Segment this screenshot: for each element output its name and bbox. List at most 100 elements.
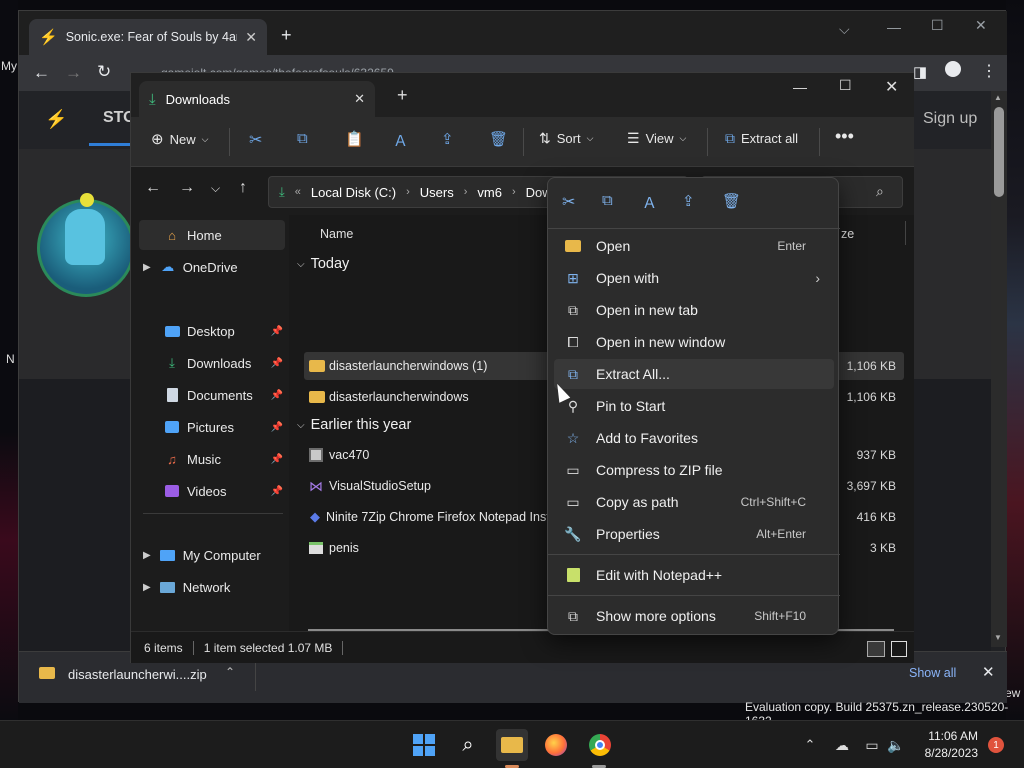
view-button[interactable]: ☰ View ⌵ [627,130,686,147]
menu-item-label: Properties [596,526,660,542]
minimize-button[interactable]: — [887,19,901,35]
group-header-label: Today [310,256,350,272]
forward-icon[interactable]: → [65,63,82,83]
breadcrumb-item[interactable]: Local Disk (C:) [311,185,396,200]
chrome-icon[interactable] [584,729,616,761]
menu-item-open-with[interactable]: ⊞ Open with › [554,263,834,293]
show-all-downloads-link[interactable]: Show all [909,666,956,680]
new-tab-button[interactable]: + [281,25,292,46]
scroll-down-icon[interactable]: ▼ [994,633,1002,642]
copy-icon[interactable]: ⧉ [297,130,308,147]
download-item-name[interactable]: disasterlauncherwi....zip [68,667,207,682]
nav-item-documents[interactable]: Documents 📌 [131,380,289,410]
show-hidden-icons-chevron-icon[interactable]: ⌃ [794,729,826,761]
menu-item-extract-all[interactable]: ⧉ Extract All... [554,359,834,389]
extract-all-button[interactable]: ⧉ Extract all [725,130,798,147]
cut-icon[interactable]: ✂ [249,130,262,150]
nav-item-home[interactable]: ⌂ Home [139,220,285,250]
recent-locations-icon[interactable]: ⌵ [211,181,220,196]
group-header-earlier[interactable]: ⌵ Earlier this year [297,417,411,433]
start-windows-icon[interactable] [408,729,440,761]
column-header-name[interactable]: Name [320,227,353,241]
menu-item-open-new-tab[interactable]: ⧉ Open in new tab [554,295,834,325]
more-options-icon[interactable]: ••• [835,126,854,147]
page-scrollbar-thumb[interactable] [994,107,1004,197]
maximize-button[interactable]: ☐ [839,77,852,94]
back-icon[interactable]: ← [145,179,161,197]
breadcrumb-item[interactable]: Users [420,185,454,200]
sort-button[interactable]: ⇅ Sort ⌵ [539,130,593,147]
menu-item-open[interactable]: Open Enter [554,231,834,261]
browser-menu-icon[interactable]: ⋮ [981,61,997,81]
share-icon[interactable]: ⇪ [441,130,454,148]
chevron-down-icon[interactable]: ⌵ [839,21,850,38]
explorer-tab[interactable]: ⤓ Downloads ✕ [139,81,375,117]
desktop-icon-label: My [1,59,17,73]
expand-chevron-icon[interactable]: ▶ [143,550,151,561]
nav-item-downloads[interactable]: ⤓ Downloads 📌 [131,348,289,378]
firefox-icon[interactable] [540,729,572,761]
download-chevron-icon[interactable]: ⌃ [225,665,235,679]
rename-icon[interactable]: Ａ [642,192,657,213]
menu-item-compress-zip[interactable]: ▭ Compress to ZIP file [554,455,834,485]
file-size: 416 KB [856,510,896,524]
rename-icon[interactable]: Ａ [393,130,408,151]
paste-icon[interactable]: 📋 [345,130,364,148]
new-tab-button[interactable]: + [397,85,408,106]
maximize-button[interactable]: ☐ [931,17,944,34]
nav-item-network[interactable]: ▶ Network [131,572,289,602]
menu-item-add-favorites[interactable]: ☆ Add to Favorites [554,423,834,453]
browser-tab[interactable]: ⚡ Sonic.exe: Fear of Souls by 4ande ✕ [29,19,267,55]
menu-item-pin-to-start[interactable]: ⚲ Pin to Start [554,391,834,421]
menu-item-properties[interactable]: 🔧 Properties Alt+Enter [554,519,834,549]
notification-badge[interactable]: 1 [988,737,1004,753]
close-tab-icon[interactable]: ✕ [354,91,365,107]
scroll-up-icon[interactable]: ▲ [994,93,1002,102]
close-button[interactable]: ✕ [975,17,987,34]
cut-icon[interactable]: ✂ [562,192,575,212]
nav-item-videos[interactable]: Videos 📌 [131,476,289,506]
group-header-today[interactable]: ⌵ Today [297,256,349,272]
breadcrumb-item[interactable]: vm6 [477,185,502,200]
taskbar-clock-time[interactable]: 11:06 AM [922,729,978,743]
minimize-button[interactable]: — [793,79,807,95]
nav-item-my-computer[interactable]: ▶ My Computer [131,540,289,570]
nav-item-pictures[interactable]: Pictures 📌 [131,412,289,442]
sign-up-link[interactable]: Sign up [923,110,977,128]
menu-item-show-more[interactable]: ⧉ Show more options Shift+F10 [554,601,834,631]
nav-item-desktop[interactable]: Desktop 📌 [131,316,289,346]
copy-icon[interactable]: ⧉ [602,192,613,209]
breadcrumb-overflow-icon[interactable]: « [295,186,301,198]
gamejolt-logo-icon[interactable]: ⚡ [45,109,67,130]
video-icon [163,483,181,499]
file-explorer-taskbar-icon[interactable] [496,729,528,761]
share-icon[interactable]: ⇪ [682,192,695,210]
nav-item-music[interactable]: ♫ Music 📌 [131,444,289,474]
up-icon[interactable]: ↑ [239,179,247,197]
nav-item-onedrive[interactable]: ▶ ☁ OneDrive [131,252,289,282]
visual-studio-icon: ⋈ [309,477,323,494]
reload-icon[interactable]: ↻ [97,62,111,82]
tiles-view-icon[interactable] [891,641,907,657]
cloud-offline-icon[interactable]: ☁ [826,729,858,761]
delete-icon[interactable]: 🗑 [722,192,741,210]
profile-avatar[interactable] [945,61,961,77]
delete-icon[interactable]: 🗑 [489,130,508,148]
forward-icon[interactable]: → [179,179,195,197]
details-view-icon[interactable] [867,641,885,657]
search-icon[interactable]: ⌕ [452,729,484,761]
close-button[interactable]: ✕ [885,77,898,97]
side-panel-icon[interactable]: ◨ [913,63,927,81]
menu-item-edit-notepad[interactable]: Edit with Notepad++ [554,560,834,590]
menu-item-open-new-window[interactable]: ⧠ Open in new window [554,327,834,357]
back-icon[interactable]: ← [33,63,50,83]
new-button[interactable]: ⊕ New ⌵ [151,130,208,148]
close-tab-icon[interactable]: ✕ [245,29,257,46]
expand-chevron-icon[interactable]: ▶ [143,262,151,273]
taskbar-clock-date[interactable]: 8/28/2023 [918,746,978,760]
close-download-shelf-icon[interactable]: ✕ [982,663,995,681]
column-header-size[interactable]: ze [841,227,854,241]
expand-chevron-icon[interactable]: ▶ [143,582,151,593]
volume-icon[interactable]: 🔈 [880,729,912,761]
menu-item-copy-path[interactable]: ▭ Copy as path Ctrl+Shift+C [554,487,834,517]
